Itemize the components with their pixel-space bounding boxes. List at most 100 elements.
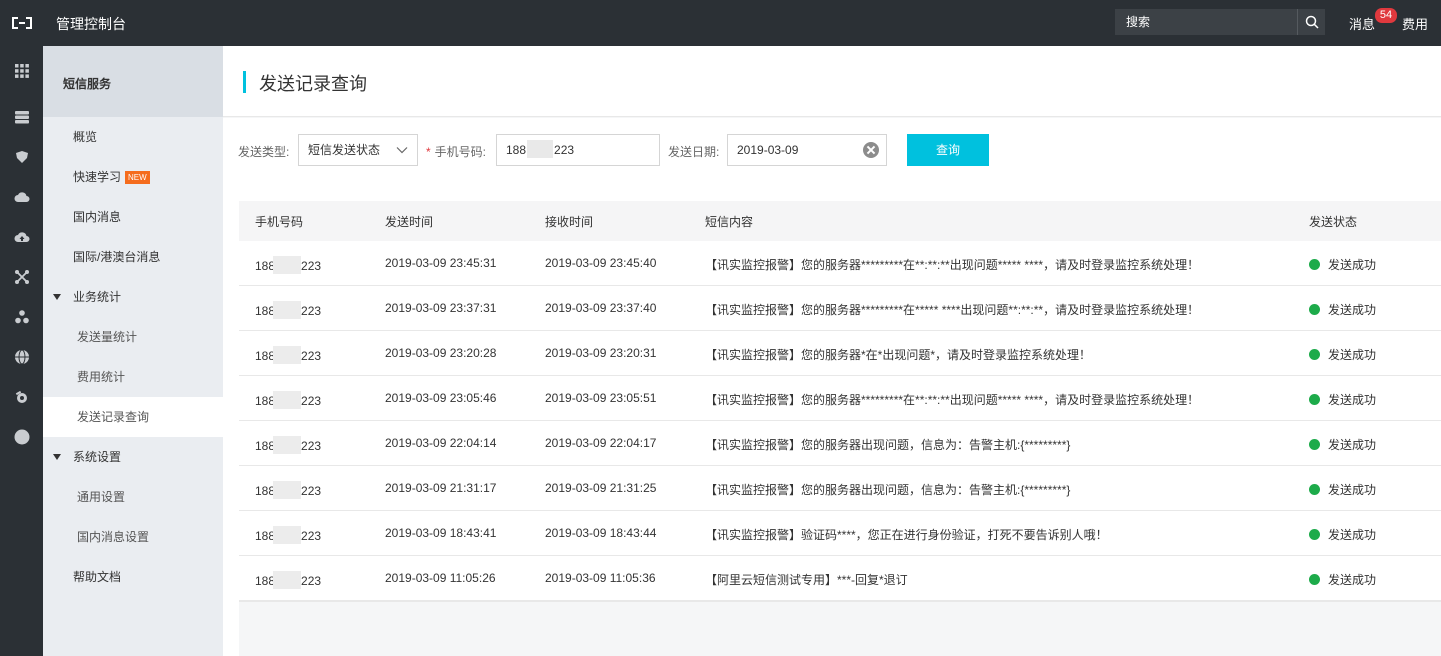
phone-suffix: 223 [301, 574, 322, 588]
icon-rail [0, 46, 43, 656]
cluster-icon[interactable] [0, 297, 43, 337]
service-sidebar: 短信服务 概览 快速学习 NEW 国内消息 国际/港澳台消息 业务统计 发送量统计… [43, 46, 223, 656]
cloud-upload-icon[interactable] [0, 217, 43, 257]
recv-time-cell: 2019-03-09 23:45:40 [545, 256, 657, 270]
send-time-cell: 2019-03-09 23:45:31 [385, 256, 497, 270]
required-asterisk: * [426, 145, 431, 159]
search-input[interactable] [1115, 9, 1297, 35]
search-button[interactable] [1297, 9, 1325, 35]
sidebar-group-business-stats[interactable]: 业务统计 [43, 277, 223, 317]
sidebar-item-label: 概览 [73, 130, 98, 144]
sidebar-item-label: 帮助文档 [73, 570, 122, 584]
sidebar-item-label: 国际/港澳台消息 [73, 250, 161, 264]
masked-digits [273, 571, 302, 589]
status-cell: 发送成功 [1309, 301, 1376, 318]
sidebar-item-label: 国内消息 [73, 210, 122, 224]
phone-cell: 188 223 [255, 481, 321, 499]
sidebar-item-help-docs[interactable]: 帮助文档 [43, 557, 223, 597]
phone-prefix: 188 [255, 439, 276, 453]
send-type-select[interactable]: 短信发送状态 [298, 134, 418, 166]
phone-suffix: 223 [301, 259, 322, 273]
service-header: 短信服务 [43, 46, 223, 117]
masked-digits [273, 436, 302, 454]
sidebar-item-label: 发送记录查询 [77, 410, 150, 424]
phone-cell: 188 223 [255, 391, 321, 409]
network-icon[interactable] [0, 257, 43, 297]
status-cell: 发送成功 [1309, 436, 1376, 453]
masked-digits [273, 346, 302, 364]
phone-cell: 188 223 [255, 436, 321, 454]
status-cell: 发送成功 [1309, 256, 1376, 273]
search-box [1115, 9, 1325, 35]
success-dot-icon [1309, 349, 1320, 360]
sidebar-item-send-volume-stats[interactable]: 发送量统计 [43, 317, 223, 357]
status-cell: 发送成功 [1309, 346, 1376, 363]
sidebar-item-international-messages[interactable]: 国际/港澳台消息 [43, 237, 223, 277]
phone-suffix: 223 [554, 143, 575, 157]
column-header-recv-time: 接收时间 [545, 215, 594, 229]
table-row: 188 223 2019-03-09 11:05:26 2019-03-09 11… [239, 556, 1441, 601]
masked-digits [273, 391, 302, 409]
server-icon[interactable] [0, 97, 43, 137]
send-time-cell: 2019-03-09 22:04:14 [385, 436, 497, 450]
globe-icon[interactable] [0, 337, 43, 377]
date-input[interactable]: 2019-03-09 [727, 134, 887, 166]
sidebar-item-overview[interactable]: 概览 [43, 117, 223, 157]
phone-cell: 188 223 [255, 256, 321, 274]
query-button[interactable]: 查询 [907, 134, 989, 166]
apps-grid-icon[interactable] [0, 51, 43, 91]
phone-suffix: 223 [301, 439, 322, 453]
top-bar: 管理控制台 消息 54 费用 [0, 0, 1441, 46]
page-header: 发送记录查询 [223, 46, 1441, 117]
sidebar-item-label: 快速学习 [73, 170, 122, 184]
new-badge: NEW [125, 171, 150, 184]
sidebar-item-domestic-messages[interactable]: 国内消息 [43, 197, 223, 237]
sidebar-item-fee-stats[interactable]: 费用统计 [43, 357, 223, 397]
status-text: 发送成功 [1328, 483, 1377, 497]
phone-cell: 188 223 [255, 571, 321, 589]
settings-gear-icon[interactable] [0, 377, 43, 417]
sidebar-item-label: 业务统计 [73, 290, 122, 304]
phone-cell: 188 223 [255, 346, 321, 364]
send-time-cell: 2019-03-09 23:05:46 [385, 391, 497, 405]
success-dot-icon [1309, 574, 1320, 585]
sidebar-item-domestic-message-settings[interactable]: 国内消息设置 [43, 517, 223, 557]
phone-prefix: 188 [255, 349, 276, 363]
database-icon[interactable] [0, 137, 43, 177]
service-title: 短信服务 [63, 77, 112, 91]
phone-prefix: 188 [255, 394, 276, 408]
masked-digits [527, 140, 554, 158]
phone-prefix: 188 [255, 574, 276, 588]
type-label: 发送类型: [238, 145, 290, 159]
phone-prefix: 188 [255, 304, 276, 318]
phone-suffix: 223 [301, 394, 322, 408]
success-dot-icon [1309, 484, 1320, 495]
sidebar-item-quick-learn[interactable]: 快速学习 NEW [43, 157, 223, 197]
masked-digits [273, 301, 302, 319]
phone-prefix: 188 [506, 143, 527, 157]
phone-label: * 手机号码: [426, 143, 486, 160]
messages-link[interactable]: 消息 [1349, 14, 1375, 33]
phone-cell: 188 223 [255, 526, 321, 544]
clear-date-icon[interactable] [863, 142, 879, 158]
success-dot-icon [1309, 439, 1320, 450]
cloud-icon[interactable] [0, 177, 43, 217]
phone-input[interactable]: 188 223 [496, 134, 660, 166]
content-cell: 【讯实监控报警】您的服务器*********在***** ****出现问题**:… [705, 303, 1200, 317]
table-row: 188 223 2019-03-09 23:45:31 2019-03-09 23… [239, 241, 1441, 286]
sidebar-group-system-settings[interactable]: 系统设置 [43, 437, 223, 477]
send-time-cell: 2019-03-09 23:20:28 [385, 346, 497, 360]
circle-icon[interactable] [0, 417, 43, 457]
fee-link[interactable]: 费用 [1402, 14, 1428, 33]
recv-time-cell: 2019-03-09 23:37:40 [545, 301, 657, 315]
recv-time-cell: 2019-03-09 21:31:25 [545, 481, 657, 495]
column-header-send-time: 发送时间 [385, 215, 434, 229]
date-value: 2019-03-09 [737, 143, 799, 157]
table-row: 188 223 2019-03-09 23:20:28 2019-03-09 23… [239, 331, 1441, 376]
masked-digits [273, 256, 302, 274]
sidebar-item-general-settings[interactable]: 通用设置 [43, 477, 223, 517]
app-title[interactable]: 管理控制台 [56, 14, 126, 34]
sidebar-item-send-records[interactable]: 发送记录查询 [43, 397, 223, 437]
phone-suffix: 223 [301, 349, 322, 363]
aliyun-logo-icon[interactable] [0, 0, 43, 46]
